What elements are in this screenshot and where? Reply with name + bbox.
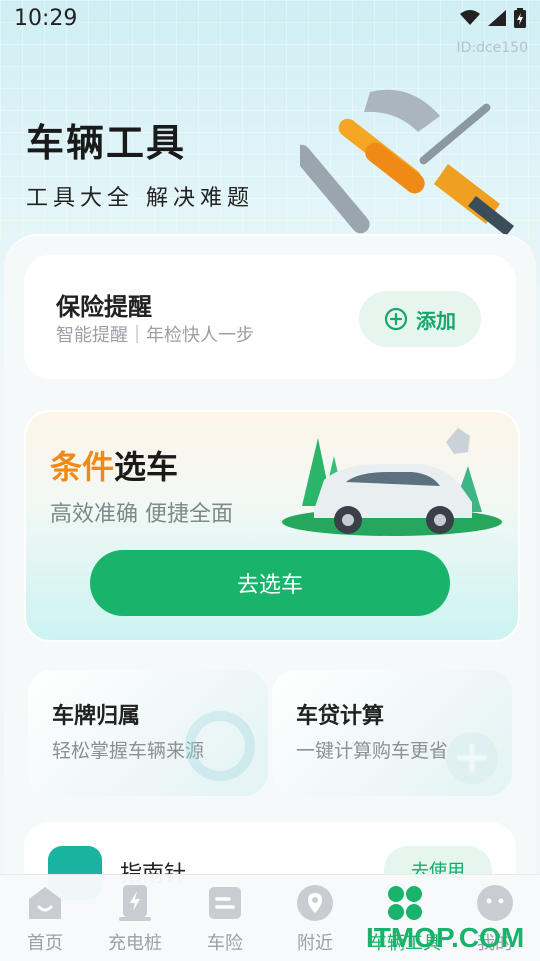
hammer-screwdriver-illustration <box>300 89 514 236</box>
watermark: ITMOP.COM <box>366 922 525 953</box>
insurance-icon <box>209 887 241 919</box>
insurance-title: 保险提醒 <box>56 293 152 321</box>
add-button-label: 添加 <box>416 308 456 333</box>
insurance-reminder-card[interactable]: 保险提醒 智能提醒｜年检快人一步 添加 <box>24 255 516 379</box>
car-selection-title: 条件选车 <box>50 442 178 488</box>
device-id: ID:dce150 <box>456 40 528 56</box>
plus-circle-icon <box>384 307 408 331</box>
tab-label: 首页 <box>27 933 63 954</box>
signal-icon <box>488 10 506 26</box>
plus-decoration-icon <box>446 732 498 784</box>
status-bar: 10:29 <box>0 0 540 40</box>
wifi-icon <box>460 10 480 25</box>
insurance-subtitle: 智能提醒｜年检快人一步 <box>56 325 254 346</box>
profile-icon <box>477 885 513 921</box>
charger-icon <box>119 885 151 921</box>
title-highlight: 条件 <box>50 448 115 486</box>
loan-calculator-card[interactable]: 车贷计算 一键计算购车更省 <box>272 670 512 796</box>
car-illustration <box>282 428 502 536</box>
tab-label: 车险 <box>207 933 243 954</box>
title-rest: 选车 <box>114 448 179 486</box>
tab-charger[interactable]: 充电桩 <box>90 875 180 961</box>
battery-icon <box>514 8 526 28</box>
car-selection-subtitle: 高效准确 便捷全面 <box>50 502 233 527</box>
status-icons <box>460 8 526 28</box>
tab-label: 充电桩 <box>108 933 162 954</box>
tools-grid-icon <box>388 886 422 920</box>
clock: 10:29 <box>14 6 78 31</box>
car-selection-card: 条件选车 高效准确 便捷全面 去选车 <box>24 410 520 642</box>
plate-origin-card[interactable]: 车牌归属 轻松掌握车辆来源 <box>28 670 268 796</box>
location-pin-decoration-icon <box>185 711 255 781</box>
location-icon <box>297 885 333 921</box>
tab-insurance[interactable]: 车险 <box>180 875 270 961</box>
tab-home[interactable]: 首页 <box>0 875 90 961</box>
tab-nearby[interactable]: 附近 <box>270 875 360 961</box>
plate-origin-title: 车牌归属 <box>52 704 141 729</box>
page-title: 车辆工具 <box>26 121 187 165</box>
page-subtitle: 工具大全 解决难题 <box>26 186 254 211</box>
home-icon <box>29 887 61 919</box>
add-reminder-button[interactable]: 添加 <box>359 291 481 347</box>
tab-label: 附近 <box>297 933 333 954</box>
select-car-button[interactable]: 去选车 <box>90 550 450 616</box>
loan-title: 车贷计算 <box>296 704 385 729</box>
